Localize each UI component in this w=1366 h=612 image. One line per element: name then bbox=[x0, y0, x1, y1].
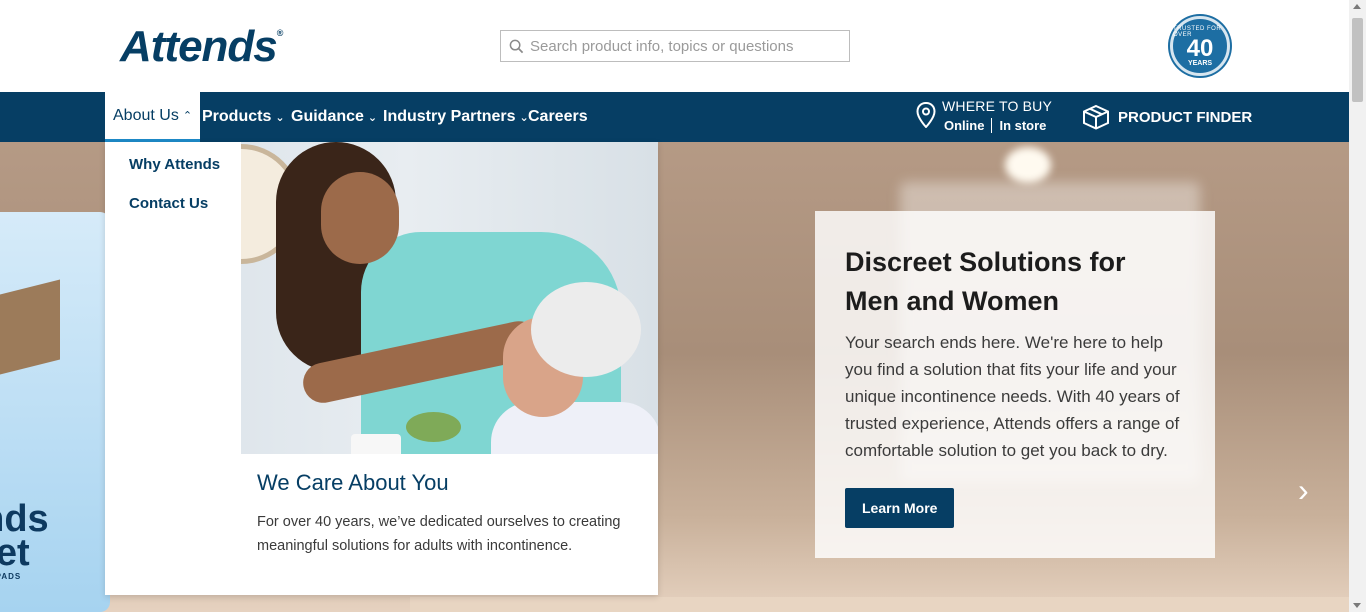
product-text-line1: ends bbox=[0, 498, 49, 540]
product-box-shape bbox=[0, 279, 60, 385]
where-to-buy-title: WHERE TO BUY bbox=[942, 98, 1053, 114]
main-nav: About Us ⌃ Products ⌄ Guidance ⌄ Industr… bbox=[0, 92, 1349, 142]
location-pin-icon bbox=[916, 102, 936, 128]
product-finder-label: PRODUCT FINDER bbox=[1118, 108, 1253, 126]
buy-online-link[interactable]: Online bbox=[942, 118, 993, 133]
learn-more-button[interactable]: Learn More bbox=[845, 488, 955, 528]
carousel-next-arrow-icon[interactable]: › bbox=[1298, 472, 1309, 509]
product-package-image: ends reet NTROL PADS bbox=[0, 212, 110, 612]
dropdown-links: Why Attends Contact Us bbox=[129, 156, 220, 234]
nav-about-us-label: About Us bbox=[113, 106, 179, 124]
product-package-subtext: NTROL PADS bbox=[0, 572, 22, 581]
caregiver-face-shape bbox=[321, 172, 399, 264]
about-us-dropdown: Why Attends Contact Us We Care About You… bbox=[105, 142, 658, 595]
header: Attends® TRUSTED FOR OVER 40 YEARS bbox=[0, 0, 1349, 92]
hero-ceiling-light bbox=[1005, 147, 1051, 183]
logo-text: Attends bbox=[120, 22, 278, 71]
why-attends-link[interactable]: Why Attends bbox=[129, 156, 220, 173]
chevron-up-icon: ⌃ bbox=[182, 110, 193, 122]
product-finder-link[interactable]: PRODUCT FINDER bbox=[1082, 104, 1252, 130]
hero-card: Discreet Solutions for Men and Women You… bbox=[815, 211, 1215, 558]
scroll-down-arrow-icon[interactable] bbox=[1353, 603, 1361, 608]
nav-products[interactable]: Products ⌄ bbox=[202, 92, 285, 142]
search-box[interactable] bbox=[500, 30, 850, 62]
hero-title: Discreet Solutions for Men and Women bbox=[845, 247, 1126, 316]
nav-careers-label: Careers bbox=[528, 108, 588, 125]
search-input[interactable] bbox=[530, 37, 830, 55]
nav-careers[interactable]: Careers bbox=[528, 92, 588, 142]
chevron-down-icon: ⌄ bbox=[275, 111, 285, 124]
search-icon bbox=[509, 39, 524, 53]
badge-number: 40 bbox=[1186, 34, 1214, 62]
where-to-buy: WHERE TO BUY Online In store bbox=[916, 98, 1053, 133]
caregiver-photo bbox=[241, 142, 658, 454]
mug-shape bbox=[351, 434, 401, 454]
nav-guidance-label: Guidance bbox=[291, 108, 364, 125]
attends-logo[interactable]: Attends® bbox=[120, 22, 284, 72]
box-icon bbox=[1083, 104, 1109, 130]
buy-in-store-link[interactable]: In store bbox=[992, 118, 1053, 133]
contact-us-link[interactable]: Contact Us bbox=[129, 195, 220, 212]
scroll-thumb[interactable] bbox=[1352, 18, 1363, 102]
badge-bottom-text: YEARS bbox=[1187, 59, 1213, 67]
nav-industry-partners[interactable]: Industry Partners ⌄ bbox=[383, 92, 529, 142]
logo-registered-mark: ® bbox=[276, 28, 284, 38]
where-to-buy-text: WHERE TO BUY Online In store bbox=[942, 98, 1053, 133]
scroll-up-arrow-icon[interactable] bbox=[1353, 4, 1361, 9]
chevron-down-icon: ⌄ bbox=[367, 111, 378, 124]
page-scrollbar[interactable] bbox=[1349, 0, 1366, 612]
nav-about-us[interactable]: About Us ⌃ bbox=[105, 92, 201, 142]
hero-floor bbox=[410, 597, 1349, 612]
dropdown-card-title[interactable]: We Care About You bbox=[257, 470, 449, 496]
product-package-text: ends reet bbox=[0, 498, 49, 574]
product-text-line2: reet bbox=[0, 532, 30, 574]
plant-shape bbox=[406, 412, 461, 442]
dropdown-card-text: For over 40 years, we’ve dedicated ourse… bbox=[257, 514, 621, 554]
hero-description: Your search ends here. We're here to hel… bbox=[845, 333, 1180, 460]
where-to-buy-links: Online In store bbox=[942, 118, 1053, 133]
man-hair-shape bbox=[531, 282, 641, 377]
nav-industry-partners-label: Industry Partners bbox=[383, 108, 516, 125]
nav-guidance[interactable]: Guidance ⌄ bbox=[291, 92, 377, 142]
nav-products-label: Products bbox=[202, 108, 272, 125]
man-shirt-shape bbox=[491, 402, 658, 454]
40-years-badge: TRUSTED FOR OVER 40 YEARS bbox=[1170, 16, 1230, 76]
